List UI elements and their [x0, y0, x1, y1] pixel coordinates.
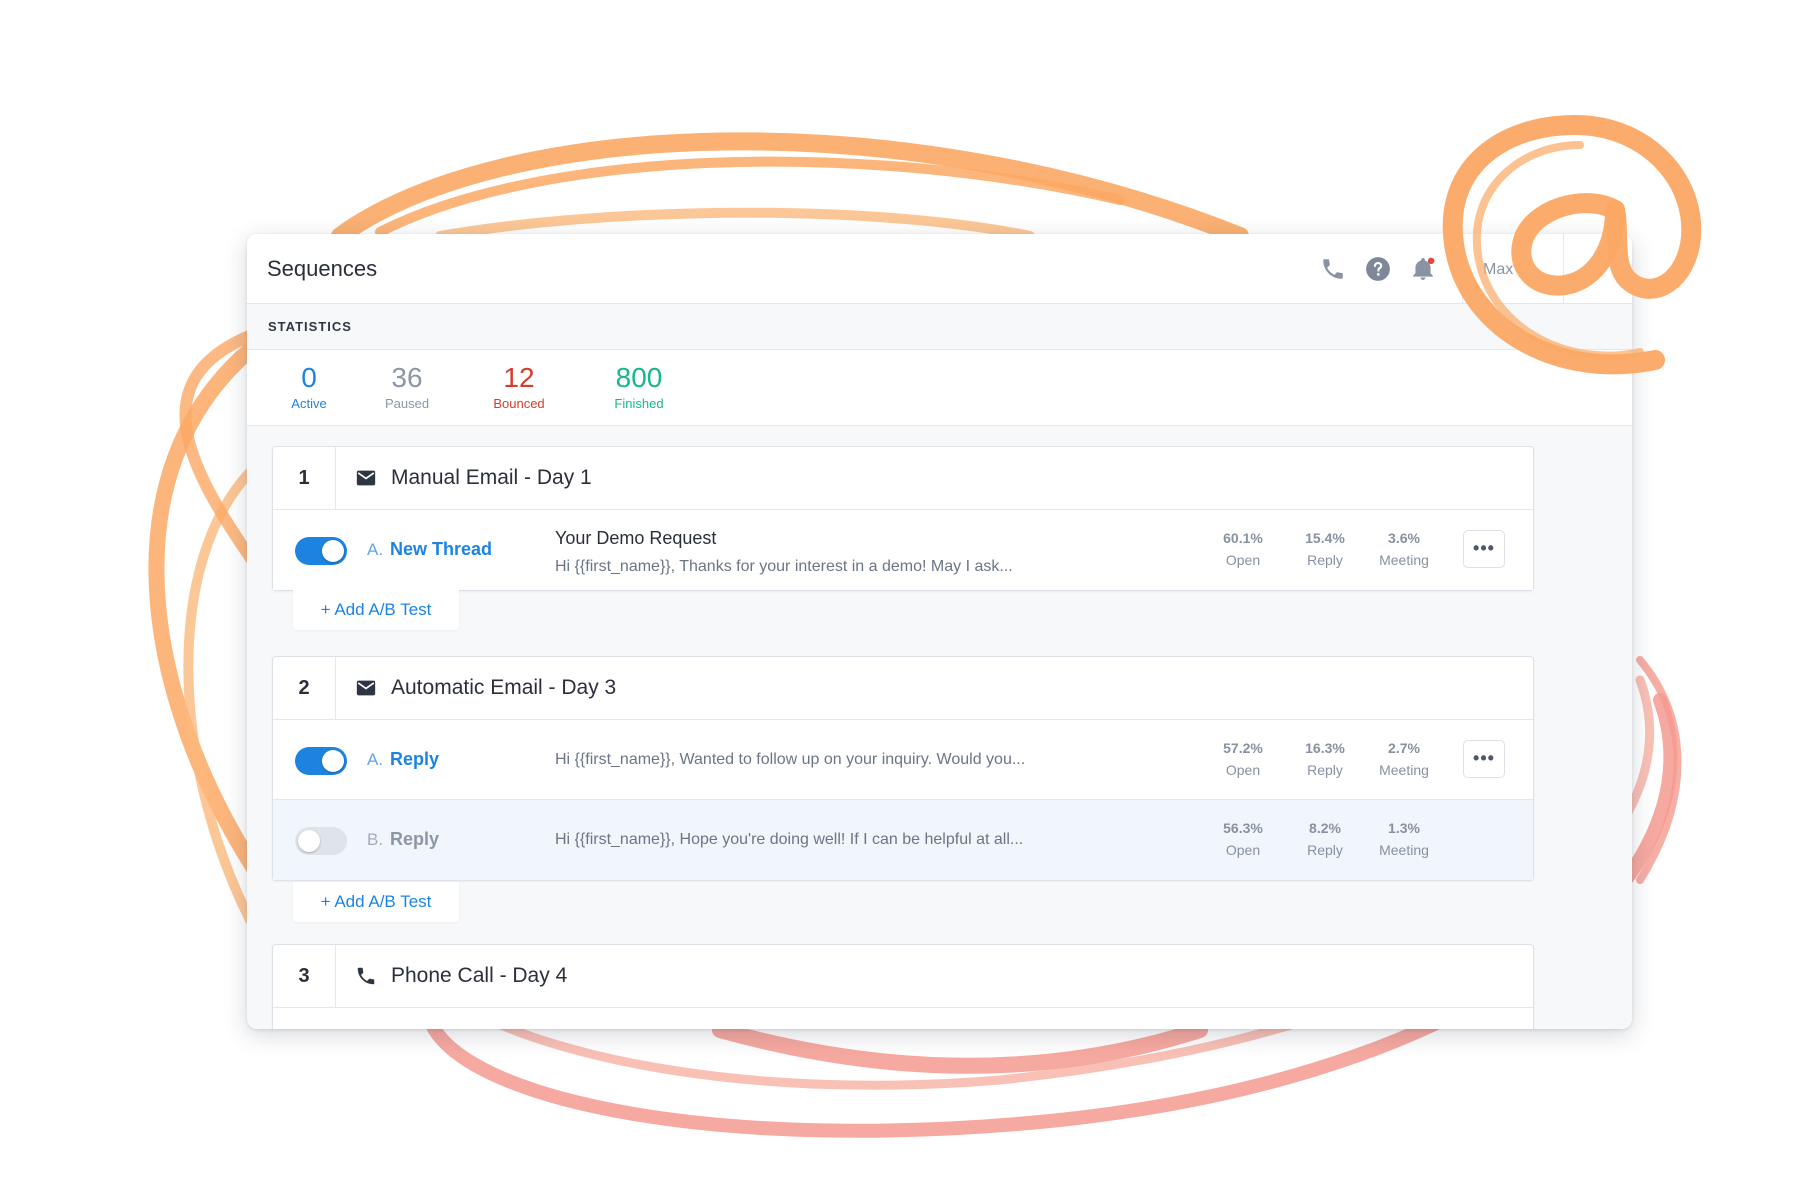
stat-label: Bounced [493, 396, 545, 411]
step-header: 1 Manual Email - Day 1 [273, 447, 1533, 510]
sequence-step-1: 1 Manual Email - Day 1 A. New Thread You… [272, 446, 1534, 591]
metric-value: 60.1% [1223, 530, 1263, 546]
metric-label: Reply [1307, 842, 1343, 858]
metric-label: Reply [1307, 552, 1343, 568]
email-preview: Hi {{first_name}}, Thanks for your inter… [555, 558, 1013, 575]
help-circle-icon[interactable] [1365, 256, 1391, 282]
divider [1563, 234, 1564, 304]
variant-toggle[interactable] [295, 537, 347, 565]
add-ab-test-button[interactable]: + Add A/B Test [293, 590, 459, 630]
metric-label: Open [1225, 762, 1261, 778]
step-title: Phone Call - Day 4 [391, 964, 568, 987]
envelope-icon [356, 680, 376, 696]
user-name[interactable]: Max L [1483, 261, 1527, 279]
step-header: 2 Automatic Email - Day 3 [273, 657, 1533, 720]
stat-bounced[interactable]: 12 Bounced [477, 362, 561, 411]
variant-row: B. Reply Hi {{first_name}}, Hope you're … [273, 800, 1533, 880]
variant-name-link[interactable]: Reply [390, 829, 439, 850]
user-menu[interactable]: Max L [1462, 234, 1632, 304]
stat-paused[interactable]: 36 Paused [375, 362, 439, 411]
variant-letter: A. [367, 540, 384, 559]
metric-label: Open [1225, 552, 1261, 568]
top-bar: Sequences Max L [247, 234, 1632, 304]
phone-icon[interactable] [1320, 256, 1346, 282]
step-number: 1 [273, 447, 336, 509]
stat-value: 12 [503, 362, 535, 393]
metric-reply: 15.4% Reply [1285, 530, 1365, 568]
variant-name-link[interactable]: Reply [390, 749, 439, 770]
metric-label: Meeting [1379, 842, 1429, 858]
metric-label: Meeting [1379, 762, 1429, 778]
more-options-button[interactable]: ••• [1463, 740, 1505, 778]
metric-reply: 16.3% Reply [1285, 740, 1365, 778]
bell-icon[interactable] [1410, 256, 1436, 282]
metric-value: 15.4% [1305, 530, 1345, 546]
toggle-knob [322, 750, 344, 772]
stat-label: Paused [384, 396, 430, 411]
variant-row: A. Reply Hi {{first_name}}, Wanted to fo… [273, 720, 1533, 800]
metric-value: 57.2% [1223, 740, 1263, 756]
sequence-step-2: 2 Automatic Email - Day 3 A. Reply Hi {{… [272, 656, 1534, 881]
metric-meeting: 2.7% Meeting [1364, 740, 1444, 778]
sequence-step-3: 3 Phone Call - Day 4 [272, 944, 1534, 1029]
metric-value: 8.2% [1309, 820, 1341, 836]
step-number: 2 [273, 657, 336, 719]
page-title: Sequences [267, 256, 378, 281]
add-ab-test-button[interactable]: + Add A/B Test [293, 882, 459, 922]
variant-toggle[interactable] [295, 827, 347, 855]
email-preview: Hi {{first_name}}, Wanted to follow up o… [555, 751, 1026, 768]
variant-row: A. New Thread Your Demo Request Hi {{fir… [273, 510, 1533, 590]
metric-value: 56.3% [1223, 820, 1263, 836]
stat-value: 800 [615, 362, 663, 393]
metric-open: 60.1% Open [1203, 530, 1283, 568]
stat-finished[interactable]: 800 Finished [597, 362, 681, 411]
metric-meeting: 1.3% Meeting [1364, 820, 1444, 858]
variant-letter: B. [367, 830, 384, 849]
metric-label: Reply [1307, 762, 1343, 778]
stat-label: Active [291, 396, 327, 411]
statistics-row: 0 Active 36 Paused 12 Bounced 800 Finish… [247, 350, 1632, 426]
email-preview: Hi {{first_name}}, Hope you're doing wel… [555, 831, 1024, 848]
toggle-knob [322, 540, 344, 562]
variant-name-link[interactable]: New Thread [390, 539, 492, 560]
statistics-header: STATISTICS [247, 304, 1632, 350]
metric-meeting: 3.6% Meeting [1364, 530, 1444, 568]
toggle-knob [298, 830, 320, 852]
metric-open: 57.2% Open [1203, 740, 1283, 778]
metric-value: 1.3% [1388, 820, 1420, 836]
more-options-button[interactable]: ••• [1463, 530, 1505, 568]
variant-letter: A. [367, 750, 384, 769]
metric-open: 56.3% Open [1203, 820, 1283, 858]
metric-value: 2.7% [1388, 740, 1420, 756]
statistics-label: STATISTICS [268, 319, 352, 334]
metric-label: Meeting [1379, 552, 1429, 568]
email-subject: Your Demo Request [555, 528, 717, 548]
stat-label: Finished [614, 396, 664, 411]
sequences-window: Sequences Max L STATISTICS 0 Active 36 P… [247, 234, 1632, 1029]
variant-toggle[interactable] [295, 747, 347, 775]
stage: Sequences Max L STATISTICS 0 Active 36 P… [0, 0, 1801, 1177]
metric-value: 3.6% [1388, 530, 1420, 546]
phone-icon [357, 967, 375, 985]
stat-active[interactable]: 0 Active [277, 362, 341, 411]
stat-value: 0 [301, 362, 317, 393]
metric-value: 16.3% [1305, 740, 1345, 756]
step-number: 3 [273, 945, 336, 1007]
metric-label: Open [1225, 842, 1261, 858]
metric-reply: 8.2% Reply [1285, 820, 1365, 858]
step-header: 3 Phone Call - Day 4 [273, 945, 1533, 1008]
step-title: Manual Email - Day 1 [391, 466, 592, 489]
step-title: Automatic Email - Day 3 [391, 676, 617, 699]
envelope-icon [356, 470, 376, 486]
stat-value: 36 [391, 362, 423, 393]
